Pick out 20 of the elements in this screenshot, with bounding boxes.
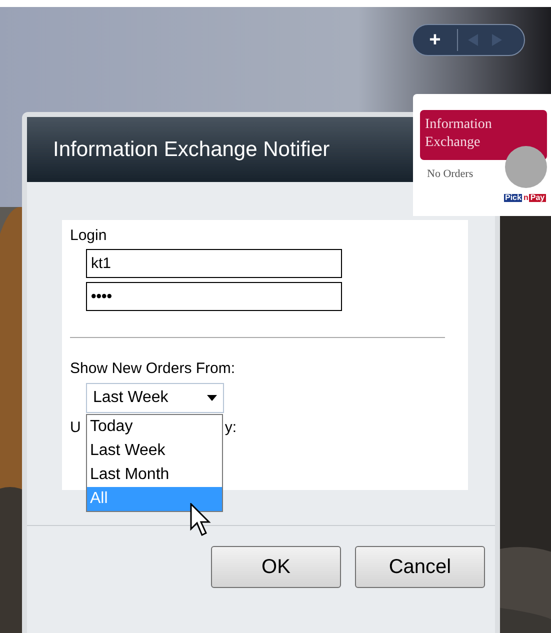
store-logo: Pick n Pay xyxy=(504,194,546,202)
gadget-title: Information Exchange xyxy=(420,110,547,160)
orders-dropdown[interactable]: Last Week xyxy=(86,383,224,413)
dialog-button[interactable]: Cancel xyxy=(355,546,485,588)
dropdown-option[interactable]: Last Week xyxy=(87,439,222,463)
password-field[interactable]: •••• xyxy=(86,282,342,310)
label-end: y: xyxy=(224,418,237,438)
dialog-button[interactable]: OK xyxy=(211,546,341,588)
login-label: Login xyxy=(70,226,108,246)
dropdown-option[interactable]: Today xyxy=(87,415,222,439)
caret-icon xyxy=(207,395,217,401)
window-title: Information Exchange Notifier xyxy=(53,136,330,163)
add-button[interactable]: + xyxy=(413,25,457,55)
previous-icon[interactable] xyxy=(468,34,478,46)
label-start: U xyxy=(70,418,81,438)
orders-label: Show New Orders From: xyxy=(70,358,236,378)
next-icon[interactable] xyxy=(492,34,502,46)
username-field[interactable]: kt1 xyxy=(86,248,342,278)
status-text: No Orders xyxy=(427,167,474,182)
dropdown-option[interactable]: Last Month xyxy=(87,463,222,487)
